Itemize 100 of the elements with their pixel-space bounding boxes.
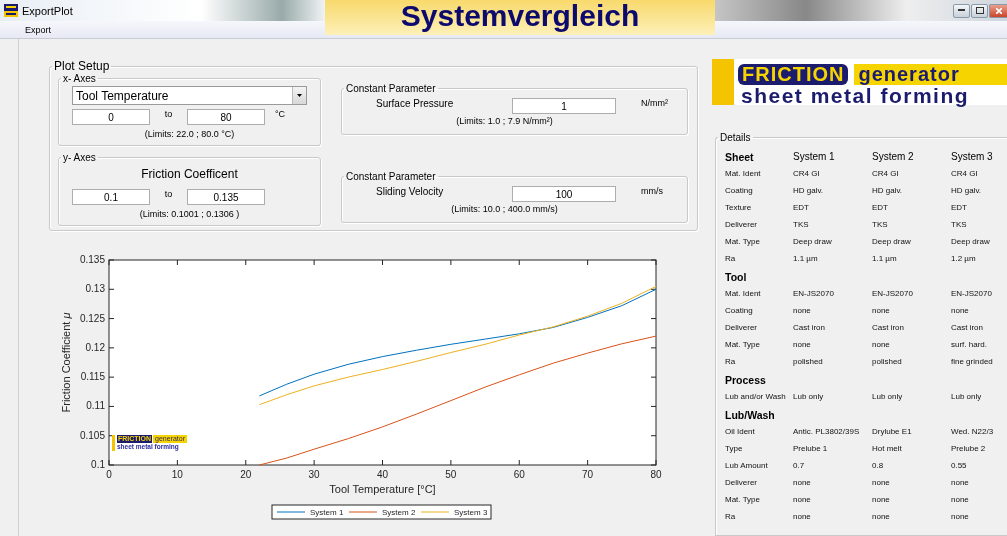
table-cell-text: none <box>951 511 970 523</box>
tick-label: 80 <box>650 469 662 480</box>
tick-label: 0.115 <box>80 371 105 383</box>
tick-label: 30 <box>308 469 320 480</box>
table-cell-text: Lub only <box>872 391 904 403</box>
limits-label: (Limits: 10.0 ; 400.0 mm/s) <box>450 204 559 214</box>
group-title: Details <box>719 132 752 143</box>
table-cell-text: EDT <box>951 202 968 214</box>
row-label: Deliverer <box>725 219 758 231</box>
table-cell-text: EN-JS2070 <box>951 288 993 300</box>
tick-label: 0.135 <box>79 254 105 265</box>
group-title: y- Axes <box>62 152 97 163</box>
row-label: Coating <box>725 305 754 317</box>
minimize-button[interactable] <box>953 3 970 18</box>
table-cell-text: polished <box>793 356 824 368</box>
group-title: Plot Setup <box>53 59 111 73</box>
table-cell-text: none <box>872 511 891 523</box>
table-cell-text: 1.1 µm <box>793 253 819 265</box>
table-cell-text: none <box>872 305 891 317</box>
dropdown[interactable]: Tool Temperature <box>72 86 307 105</box>
tick-label: 10 <box>171 469 183 480</box>
table-cell-text: Prelube 2 <box>951 443 987 455</box>
table-cell-text: none <box>951 477 970 489</box>
unit-label: mm/s <box>640 186 664 196</box>
table-cell-text: surf. hard. <box>951 339 988 351</box>
group-title: Constant Parameter <box>345 171 437 182</box>
table-cell-text: none <box>793 477 812 489</box>
row-label: Coating <box>725 185 754 197</box>
row-label: Ra <box>725 253 737 265</box>
group-title: x- Axes <box>62 73 97 84</box>
row-label: Mat. Type <box>725 494 761 506</box>
table-cell-text: fine grinded <box>951 356 994 368</box>
input-field[interactable]: 1 <box>512 98 616 114</box>
input-field[interactable]: 0 <box>72 109 150 125</box>
unit-label: °C <box>275 109 286 119</box>
table-cell-text: Cast iron <box>793 322 826 334</box>
tick-label: 0 <box>106 469 112 480</box>
table-cell-text: Lub only <box>793 391 825 403</box>
app-icon <box>4 4 18 17</box>
legend-line-icon <box>276 511 306 513</box>
slide-title: Systemvergleich <box>400 0 640 32</box>
tick-label: 0.13 <box>85 283 105 295</box>
table-cell-text: EDT <box>793 202 810 214</box>
range-label: to <box>163 189 174 199</box>
row-label: Lub and/or Wash <box>725 391 787 403</box>
table-cell-text: polished <box>872 356 903 368</box>
unit-label: N/mm² <box>640 98 669 108</box>
table-cell-text: EDT <box>872 202 889 214</box>
column-header: System 3 <box>951 150 994 162</box>
table-cell-text: Deep draw <box>872 236 912 248</box>
logo-text: generator <box>854 64 1007 85</box>
input-field[interactable]: 0.1 <box>72 189 150 205</box>
table-cell-text: 0.55 <box>951 460 968 472</box>
tick-label: 0.11 <box>86 400 105 412</box>
table-cell-text: Deep draw <box>951 236 991 248</box>
tick-label: 20 <box>240 469 252 480</box>
logo-text: sheet metal forming <box>740 85 971 107</box>
maximize-button[interactable] <box>971 3 988 18</box>
row-label: Deliverer <box>725 477 758 489</box>
table-cell-text: none <box>793 305 812 317</box>
table-cell-text: none <box>793 494 812 506</box>
tick-label: 0.1 <box>91 459 105 470</box>
table-cell-text: Antic. PL3802/39S <box>793 426 861 438</box>
table-cell-text: Deep draw <box>793 236 833 248</box>
table-cell-text: HD galv. <box>951 185 983 197</box>
tick-label: 60 <box>513 469 525 480</box>
tick-label: 50 <box>445 469 457 480</box>
limits-label: (Limits: 22.0 ; 80.0 °C) <box>143 129 236 139</box>
column-header: System 1 <box>793 150 836 162</box>
legend-line-icon <box>420 511 450 513</box>
row-label: Type <box>725 443 744 455</box>
column-header: System 2 <box>872 150 915 162</box>
row-label: Ra <box>725 356 737 368</box>
table-cell-text: HD galv. <box>872 185 904 197</box>
parameter-label: Sliding Velocity <box>375 186 445 197</box>
section-title: Sheet <box>725 150 755 165</box>
input-field[interactable]: 0.135 <box>187 189 265 205</box>
table-cell-text: Wed. N22/3 <box>951 426 995 438</box>
table-cell-text: Drylube E1 <box>872 426 913 438</box>
table-cell-text: Cast iron <box>872 322 905 334</box>
input-field[interactable]: 80 <box>187 109 265 125</box>
tick-label: 70 <box>582 469 594 480</box>
axis-quantity: Friction Coefficent <box>140 167 239 181</box>
close-icon <box>995 7 1002 14</box>
row-label: Mat. Ident <box>725 168 762 180</box>
input-field[interactable]: 100 <box>512 186 616 202</box>
legend-line-icon <box>348 511 378 513</box>
section-title: Tool <box>725 270 748 285</box>
row-label: Oil Ident <box>725 426 756 438</box>
table-cell-text: Cast iron <box>951 322 984 334</box>
row-label: Texture <box>725 202 753 214</box>
menu-item[interactable]: Export <box>22 23 54 36</box>
window-title: ExportPlot <box>22 4 74 17</box>
table-cell-text: EN-JS2070 <box>872 288 914 300</box>
caret-icon <box>297 94 302 97</box>
logo-text: FRICTION <box>738 64 849 85</box>
row-label: Ra <box>725 511 737 523</box>
table-cell-text: 0.8 <box>872 460 885 472</box>
table-cell-text: CR4 GI <box>872 168 900 180</box>
close-button[interactable] <box>989 3 1007 18</box>
